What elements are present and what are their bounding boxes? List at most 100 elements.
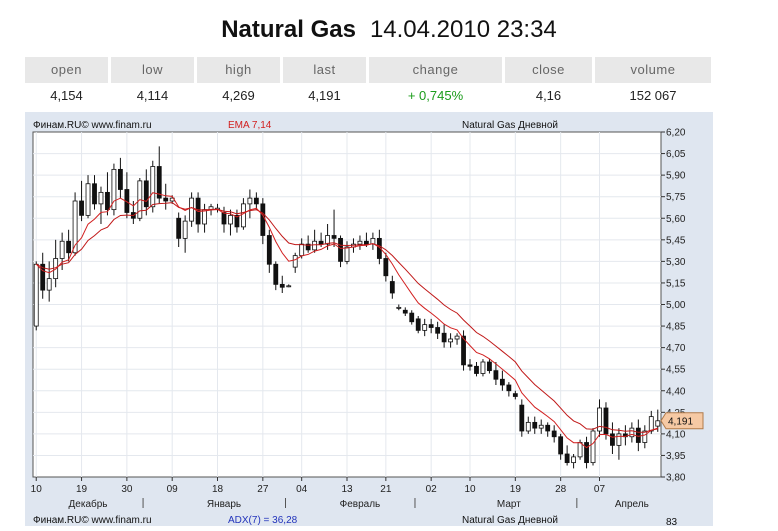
candle-body xyxy=(655,420,661,427)
y-tick-label: 5,45 xyxy=(666,235,686,246)
candle-body xyxy=(422,324,428,331)
x-tick-label: 04 xyxy=(296,484,308,495)
candle-body xyxy=(474,365,479,374)
candle xyxy=(111,163,117,216)
candle-body xyxy=(428,324,434,328)
x-tick-label: 30 xyxy=(121,484,133,495)
x-tick-label: 10 xyxy=(31,484,43,495)
candle-body xyxy=(480,361,486,374)
candle-body xyxy=(629,427,635,438)
candle-body xyxy=(396,306,402,309)
ema-legend: EMA 7,14 xyxy=(228,120,272,131)
x-tick-label: 18 xyxy=(212,484,224,495)
candle-body xyxy=(551,430,557,438)
y-tick-label: 4,85 xyxy=(666,322,686,333)
candle-body xyxy=(286,285,292,288)
x-tick-label: 09 xyxy=(167,484,179,495)
candle-body xyxy=(241,203,246,228)
candle xyxy=(480,359,486,377)
candle-body xyxy=(318,240,324,245)
candle-body xyxy=(357,240,363,245)
candle xyxy=(590,428,596,466)
y-tick-label: 5,00 xyxy=(666,300,686,311)
col-last-header: last xyxy=(283,57,366,83)
candle-body xyxy=(117,168,123,190)
candle-body xyxy=(648,416,654,432)
candle xyxy=(519,399,525,437)
candle-body xyxy=(279,283,285,288)
candle-body xyxy=(487,361,492,372)
val-close: 4,16 xyxy=(535,88,562,103)
last-price-tag: 4,191 xyxy=(660,412,704,430)
candle-body xyxy=(545,424,551,432)
y-tick-label: 3,95 xyxy=(666,451,686,462)
candle-body xyxy=(603,407,609,435)
x-axis: 10 19 30 09 18 27 04 13 21 02 10 19 28 07 xyxy=(31,477,605,495)
candle-body xyxy=(441,332,447,343)
candle xyxy=(33,261,39,331)
page-title: Natural Gas 14.04.2010 23:34 xyxy=(0,16,778,44)
candle-body xyxy=(402,309,408,314)
adx-legend: ADX(7) = 36,28 xyxy=(228,515,298,526)
col-low-header: low xyxy=(111,57,194,83)
candle-body xyxy=(189,197,195,222)
val-open: 4,154 xyxy=(50,88,83,103)
chart-instrument-label: Natural Gas Дневной xyxy=(462,120,558,131)
candle-body xyxy=(448,338,453,343)
val-change: + 0,745% xyxy=(407,88,464,103)
x-tick-label: 28 xyxy=(555,484,567,495)
candle-body xyxy=(409,312,415,323)
y-axis: 6,20 6,05 5,90 5,75 5,60 5,45 5,30 5,15 5,00 4,85… xyxy=(661,128,686,484)
candle-body xyxy=(571,456,577,464)
candle-body xyxy=(85,183,91,216)
candle-body xyxy=(59,240,65,259)
candle-body xyxy=(435,327,441,334)
x-tick-label: 21 xyxy=(380,484,392,495)
candle-body xyxy=(266,235,272,265)
candle-body xyxy=(143,180,149,208)
y-tick-label: 6,05 xyxy=(666,149,686,160)
y-tick-label: 3,80 xyxy=(666,473,686,484)
month-axis: Декабрь Январь Февраль Март Апрель xyxy=(69,498,649,510)
candle-body xyxy=(493,370,499,380)
y-tick-label: 6,20 xyxy=(666,128,686,139)
chart-panel: Финам.RU© www.finam.ru EMA 7,14 Natural … xyxy=(25,112,713,528)
quote-table-values: 4,154 4,114 4,269 4,191 + 0,745% 4,16 15… xyxy=(25,86,711,106)
candle-body xyxy=(564,453,570,464)
candle-body xyxy=(247,197,253,205)
val-low: 4,114 xyxy=(136,88,169,103)
y-tick-label: 4,70 xyxy=(666,343,686,354)
month-label: Январь xyxy=(207,499,241,510)
col-high-header: high xyxy=(197,57,280,83)
val-volume: 152 067 xyxy=(629,88,677,103)
candle-body xyxy=(499,378,505,386)
y-tick-label: 4,10 xyxy=(666,429,686,440)
candle-body xyxy=(538,424,544,429)
chart-source-label: Финам.RU© www.finam.ru xyxy=(33,120,152,131)
y-tick-label: 4,40 xyxy=(666,386,686,397)
col-close-header: close xyxy=(505,57,592,83)
candle-body xyxy=(590,430,596,464)
candle-body xyxy=(364,240,369,245)
candle-body xyxy=(506,384,512,392)
candle-body xyxy=(525,421,531,432)
candle-body xyxy=(331,235,337,239)
candle-body xyxy=(221,212,227,225)
price-chart[interactable]: Финам.RU© www.finam.ru EMA 7,14 Natural … xyxy=(25,112,713,528)
candle-body xyxy=(182,220,188,239)
month-label: Апрель xyxy=(615,499,649,510)
x-tick-label: 19 xyxy=(76,484,88,495)
adx-source-label: Финам.RU© www.finam.ru xyxy=(33,515,152,526)
y-tick-label: 5,75 xyxy=(666,192,686,203)
y-tick-label: 5,30 xyxy=(666,257,686,268)
x-tick-label: 19 xyxy=(510,484,522,495)
candle-body xyxy=(46,278,52,291)
candle-body xyxy=(105,191,110,211)
y-tick-label: 5,90 xyxy=(666,171,686,182)
candle-body xyxy=(273,263,279,285)
adx-instrument-label: Natural Gas Дневной xyxy=(462,515,558,526)
quote-table-header: open low high last change close volume xyxy=(25,57,711,83)
candle-body xyxy=(635,427,641,443)
candle-body xyxy=(66,240,72,254)
candle-body xyxy=(33,263,39,327)
